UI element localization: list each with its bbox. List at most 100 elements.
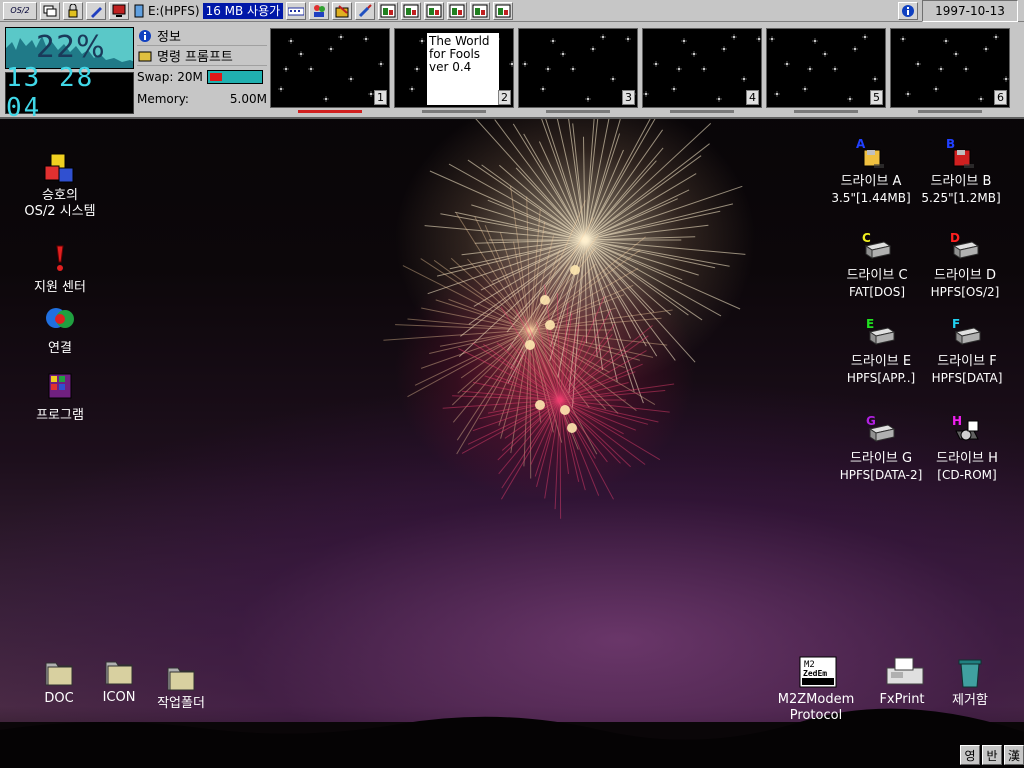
- starfield: [522, 34, 636, 102]
- drive-letter: F: [952, 317, 961, 331]
- app-2-icon[interactable]: [401, 1, 422, 20]
- desktop-number: 2: [498, 90, 511, 105]
- desktop-number: 3: [622, 90, 635, 105]
- system-panel: 22% 13 28 04 정보 명령 프롬프트 Swap: 20M Memory…: [0, 22, 1024, 123]
- globe-connection-icon: [43, 305, 77, 339]
- drive-b-icon[interactable]: B 드라이브 B 5.25"[1.2MB]: [906, 137, 1016, 206]
- info-menu-item[interactable]: 정보: [137, 26, 267, 46]
- launchpad-bar: OS/2 E:(HPFS) 16 MB 사용가 1997-10-13: [0, 0, 1024, 22]
- drive-f-icon[interactable]: F 드라이브 F HPFS[DATA]: [912, 317, 1022, 386]
- starfield: [900, 34, 1009, 102]
- virtual-desktop-2[interactable]: The World for Fools ver 0.4 2: [394, 28, 514, 108]
- drive-letter: G: [866, 414, 876, 428]
- window-thumbnail[interactable]: The World for Fools ver 0.4: [427, 33, 499, 105]
- drive-detail: HPFS[DATA]: [931, 371, 1003, 385]
- m2z-badge-bottom: ZedEm: [803, 669, 827, 678]
- drive-letter: H: [952, 414, 963, 428]
- lock-icon[interactable]: [63, 1, 83, 20]
- command-prompt-label: 명령 프롬프트: [157, 50, 233, 65]
- syringe-icon[interactable]: [355, 1, 376, 20]
- m2zmodem-label-2: Protocol: [789, 708, 843, 723]
- trash-icon[interactable]: 제거함: [915, 657, 1024, 709]
- desktop-number: 6: [994, 90, 1007, 105]
- virtual-desktop-3[interactable]: 3: [518, 28, 638, 108]
- command-prompt-menu-item[interactable]: 명령 프롬프트: [137, 46, 267, 66]
- info-label: 정보: [157, 30, 181, 45]
- memory-value: 5.00M: [229, 92, 267, 106]
- virtual-desktop-6[interactable]: 6: [890, 28, 1010, 108]
- cube-grid-icon: [43, 372, 77, 406]
- fax-printer-icon: [885, 656, 924, 690]
- support-center-icon[interactable]: 지원 센터: [5, 244, 115, 296]
- fireworks-rays: [383, 72, 746, 519]
- programs-icon[interactable]: 프로그램: [5, 372, 115, 424]
- date-display: 1997-10-13: [922, 0, 1018, 22]
- m2zmodem-program-icon: M2 ZedEm: [799, 656, 837, 690]
- hard-disk-icon: D: [948, 231, 982, 266]
- drive-letter: D: [950, 231, 960, 245]
- drive-free-indicator[interactable]: E:(HPFS) 16 MB 사용가: [133, 1, 284, 20]
- work-folder-icon[interactable]: 작업폴더: [126, 660, 236, 712]
- app-3-icon[interactable]: [424, 1, 445, 20]
- work-folder-label: 작업폴더: [157, 696, 205, 711]
- support-center-label: 지원 센터: [34, 280, 86, 295]
- drive-detail: HPFS[OS/2]: [930, 285, 1000, 299]
- system-cubes-icon: [43, 152, 77, 186]
- desktop-indicator: [546, 110, 610, 113]
- drive-letter: E: [866, 317, 875, 331]
- drive-label: 드라이브 B: [930, 174, 992, 189]
- virtual-desktop-5[interactable]: 5: [766, 28, 886, 108]
- app-1-icon[interactable]: [378, 1, 399, 20]
- drive-detail: 5.25"[1.2MB]: [921, 191, 1001, 205]
- hard-disk-icon: E: [864, 317, 898, 352]
- hard-disk-icon: G: [864, 414, 898, 449]
- memory-indicator: Memory: 5.00M: [137, 88, 267, 110]
- monitor-icon[interactable]: [109, 1, 129, 20]
- shredder-icon: [953, 657, 987, 691]
- virtual-desktop-4[interactable]: 4: [642, 28, 762, 108]
- desktop-indicator: [794, 110, 858, 113]
- folder-icon: [137, 48, 153, 64]
- ime-half-button[interactable]: 반: [982, 745, 1002, 765]
- desktop-indicator: [422, 110, 486, 113]
- os2-system-icon[interactable]: 승호의 OS/2 시스템: [5, 152, 115, 220]
- floppy-disk-icon: B: [944, 137, 978, 172]
- drive-letter: A: [856, 137, 866, 151]
- desktop-indicator: [918, 110, 982, 113]
- hard-disk-icon: C: [860, 231, 894, 266]
- app-4-icon[interactable]: [447, 1, 468, 20]
- info-icon: [137, 28, 153, 44]
- people-icon[interactable]: [309, 1, 330, 20]
- drive-label: 드라이브 H: [936, 451, 998, 466]
- floppy-disk-icon: A: [854, 137, 888, 172]
- digital-clock: 13 28 04: [5, 63, 134, 123]
- folder-edit-icon[interactable]: [332, 1, 353, 20]
- connection-icon[interactable]: 연결: [5, 305, 115, 357]
- drive-letter: C: [862, 231, 871, 245]
- app-6-icon[interactable]: [493, 1, 514, 20]
- pen-icon[interactable]: [86, 1, 106, 20]
- desktop-number: 4: [746, 90, 759, 105]
- keyboard-icon[interactable]: [286, 1, 307, 20]
- folder-icon: [164, 660, 198, 694]
- os2-logo-button[interactable]: OS/2: [3, 1, 37, 20]
- desktop-indicator: [298, 110, 362, 113]
- drive-label: E:(HPFS): [148, 3, 200, 18]
- ime-hanja-button[interactable]: 漢: [1004, 745, 1024, 765]
- hard-disk-icon: F: [950, 317, 984, 352]
- cpu-percent: 22%: [36, 30, 106, 65]
- drive-d-icon[interactable]: D 드라이브 D HPFS[OS/2]: [910, 231, 1020, 300]
- info-icon[interactable]: [898, 2, 918, 20]
- drive-free-text: 16 MB 사용가: [202, 2, 284, 19]
- trash-label: 제거함: [952, 693, 988, 708]
- disk-icon: [134, 4, 144, 17]
- windows-icon[interactable]: [40, 1, 60, 20]
- drive-h-icon[interactable]: H 드라이브 H [CD-ROM]: [912, 414, 1022, 483]
- os2-system-label-1: 승호의: [42, 188, 78, 203]
- starfield: [769, 34, 878, 102]
- swap-label: Swap: 20M: [137, 70, 203, 84]
- app-5-icon[interactable]: [470, 1, 491, 20]
- drive-label: 드라이브 D: [934, 268, 996, 283]
- virtual-desktop-1[interactable]: 1: [270, 28, 390, 108]
- ime-english-button[interactable]: 영: [960, 745, 980, 765]
